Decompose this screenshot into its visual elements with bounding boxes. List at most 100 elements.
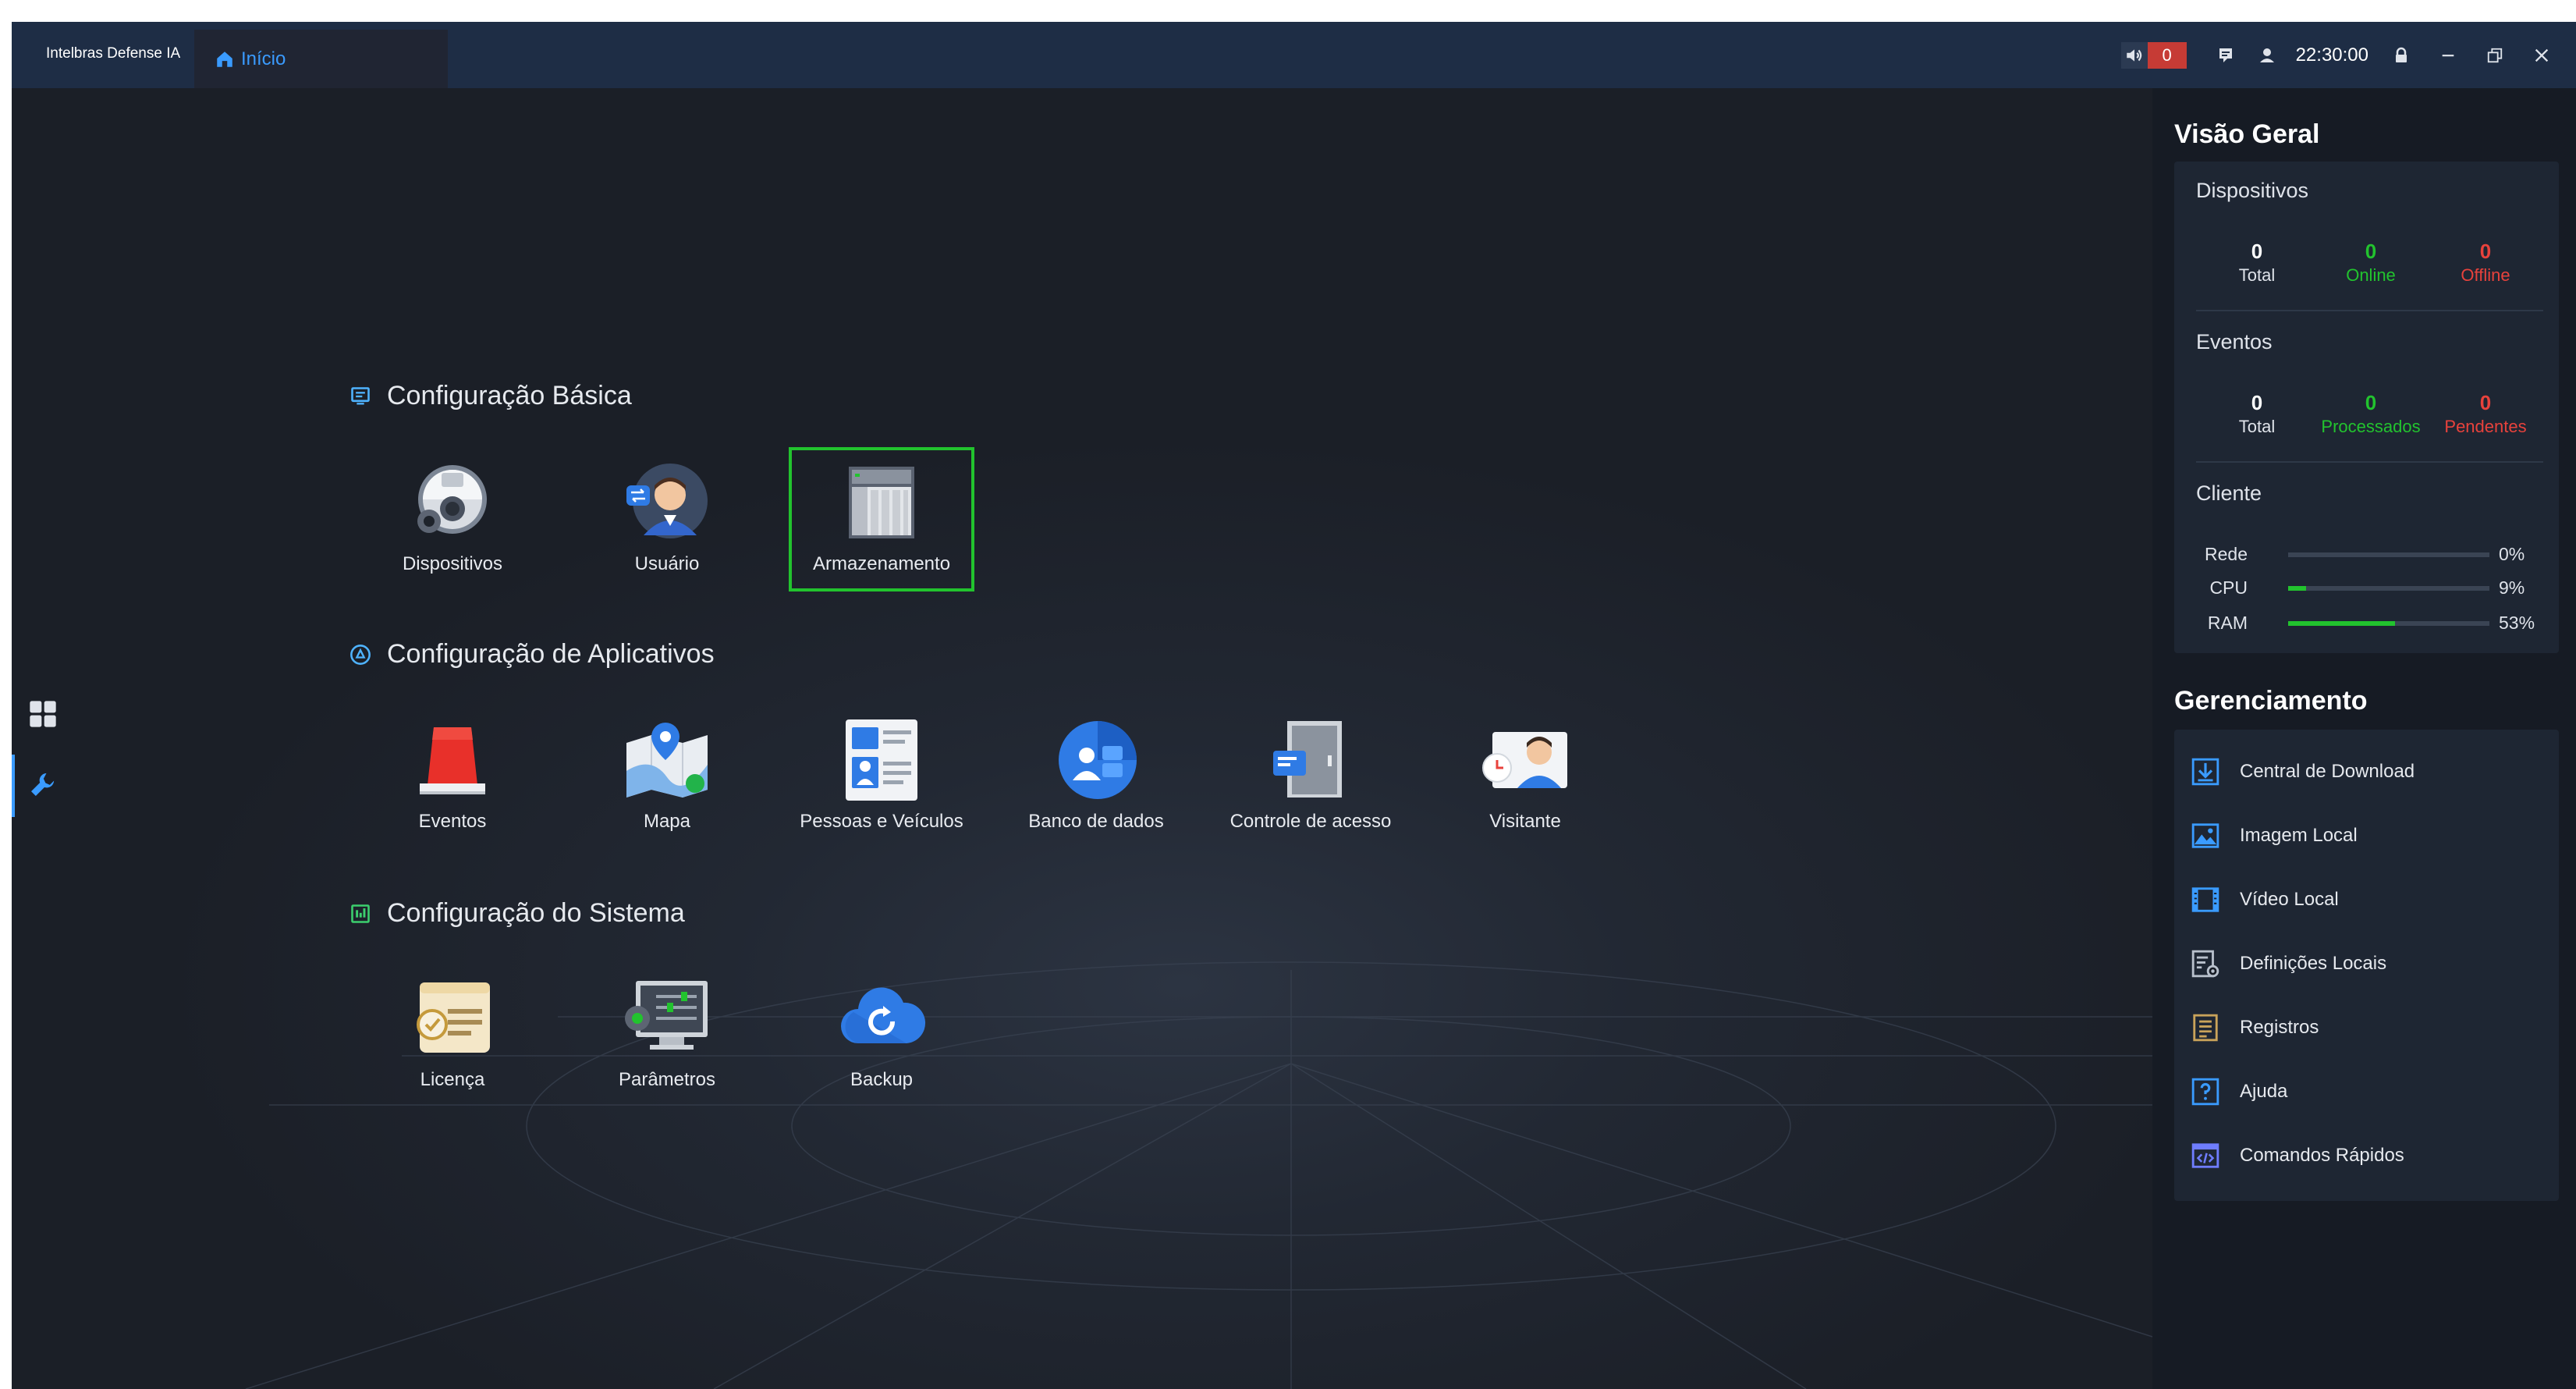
management-local-video-label: Vídeo Local <box>2240 889 2339 910</box>
meter-cpu-value: 9% <box>2499 577 2525 598</box>
tile-parametros[interactable]: Parâmetros <box>577 971 757 1107</box>
meter-rede: Rede 0% <box>2196 542 2547 566</box>
devices-total-label: Total <box>2238 265 2276 285</box>
tile-armazenamento[interactable]: Armazenamento <box>789 447 974 591</box>
tile-licenca-label: Licença <box>420 1069 485 1090</box>
meter-rede-track <box>2288 552 2489 557</box>
events-pending-value: 0 <box>2479 391 2492 414</box>
tile-pessoas-veiculos-label: Pessoas e Veículos <box>800 811 963 832</box>
meter-rede-value: 0% <box>2499 544 2525 564</box>
lock-icon[interactable] <box>2389 43 2414 68</box>
user-avatar-icon <box>616 455 718 549</box>
meter-cpu-track <box>2288 586 2489 591</box>
alarm-sound-group[interactable]: 0 <box>2120 41 2187 69</box>
devices-total-stat: 0 Total <box>2195 240 2319 286</box>
management-title: Gerenciamento <box>2174 686 2368 716</box>
message-icon[interactable] <box>2215 44 2238 67</box>
title-bar: Intelbras Defense IA Início 0 22:30:00 <box>12 22 2576 88</box>
management-local-image-label: Imagem Local <box>2240 825 2358 846</box>
meter-rede-label: Rede <box>2205 544 2248 564</box>
restore-icon[interactable] <box>2482 43 2507 68</box>
sound-icon[interactable] <box>2120 41 2148 69</box>
devices-offline-stat: 0 Offline <box>2423 240 2548 286</box>
main-content: Configuração Básica Dispositivos Usuário… <box>12 88 2152 1389</box>
tile-pessoas-veiculos[interactable]: Pessoas e Veículos <box>792 712 971 849</box>
management-help-label: Ajuda <box>2240 1081 2288 1102</box>
tile-controle-acesso[interactable]: Controle de acesso <box>1221 712 1400 849</box>
management-download-center-label: Central de Download <box>2240 761 2415 782</box>
door-icon <box>1260 712 1361 806</box>
parameters-icon <box>616 971 718 1064</box>
events-pending-label: Pendentes <box>2444 417 2527 436</box>
close-icon[interactable] <box>2529 43 2554 68</box>
tile-armazenamento-label: Armazenamento <box>812 553 951 574</box>
code-icon <box>2190 1140 2221 1171</box>
download-icon <box>2190 756 2221 787</box>
overview-title: Visão Geral <box>2174 119 2320 149</box>
tile-parametros-label: Parâmetros <box>618 1069 716 1090</box>
section-system-label: Configuração do Sistema <box>387 898 685 928</box>
management-quick-commands-label: Comandos Rápidos <box>2240 1145 2404 1166</box>
wrench-icon[interactable] <box>24 766 62 803</box>
management-download-center[interactable]: Central de Download <box>2174 745 2559 798</box>
tile-mapa[interactable]: Mapa <box>577 712 757 849</box>
management-help[interactable]: Ajuda <box>2174 1065 2559 1118</box>
visitor-icon <box>1474 712 1576 806</box>
section-system-title: Configuração do Sistema <box>349 898 685 929</box>
meter-cpu-fill <box>2288 586 2307 591</box>
management-local-settings-label: Definições Locais <box>2240 953 2387 974</box>
events-total-value: 0 <box>2251 391 2263 414</box>
log-icon <box>2190 1012 2221 1043</box>
events-total-label: Total <box>2238 417 2276 436</box>
devices-total-value: 0 <box>2251 240 2263 263</box>
map-icon <box>616 712 718 806</box>
section-apps-label: Configuração de Aplicativos <box>387 639 715 669</box>
events-processed-label: Processados <box>2321 417 2421 436</box>
tile-usuario[interactable]: Usuário <box>577 455 757 591</box>
events-title: Eventos <box>2196 330 2273 353</box>
management-quick-commands[interactable]: Comandos Rápidos <box>2174 1129 2559 1182</box>
tile-usuario-label: Usuário <box>634 553 700 574</box>
tile-eventos[interactable]: Eventos <box>363 712 542 849</box>
tile-visitante[interactable]: Visitante <box>1435 712 1615 849</box>
tab-home-label: Início <box>241 48 286 69</box>
management-logs-label: Registros <box>2240 1017 2319 1038</box>
devices-online-stat: 0 Online <box>2308 240 2433 286</box>
section-basic-label: Configuração Básica <box>387 381 632 410</box>
meter-ram: RAM 53% <box>2196 611 2547 634</box>
management-local-settings[interactable]: Definições Locais <box>2174 937 2559 990</box>
client-title: Cliente <box>2196 481 2262 505</box>
management-local-video[interactable]: Vídeo Local <box>2174 873 2559 926</box>
meter-ram-label: RAM <box>2207 613 2248 633</box>
alarm-light-icon <box>402 712 503 806</box>
management-logs[interactable]: Registros <box>2174 1001 2559 1054</box>
system-section-icon <box>349 903 371 925</box>
person-card-icon <box>831 712 932 806</box>
home-icon <box>215 49 235 69</box>
section-basic-title: Configuração Básica <box>349 381 632 411</box>
storage-icon <box>831 455 932 549</box>
app-window: Intelbras Defense IA Início 0 22:30:00 C… <box>12 22 2576 1389</box>
overview-card: Dispositivos 0 Total 0 Online 0 Offline … <box>2174 162 2559 653</box>
meter-ram-fill <box>2288 621 2395 626</box>
tile-dispositivos[interactable]: Dispositivos <box>363 455 542 591</box>
management-local-image[interactable]: Imagem Local <box>2174 809 2559 862</box>
meter-cpu: CPU 9% <box>2196 576 2547 599</box>
tile-banco-dados[interactable]: Banco de dados <box>1006 712 1186 849</box>
events-total-stat: 0 Total <box>2195 391 2319 437</box>
video-icon <box>2190 884 2221 915</box>
devices-offline-label: Offline <box>2461 265 2510 285</box>
divider <box>2196 310 2543 311</box>
tile-banco-dados-label: Banco de dados <box>1028 811 1164 832</box>
alarm-count-badge: 0 <box>2147 41 2187 69</box>
user-icon[interactable] <box>2255 44 2279 67</box>
tab-home[interactable]: Início <box>194 30 448 88</box>
devices-icon <box>402 455 503 549</box>
minimize-icon[interactable] <box>2436 43 2461 68</box>
meter-cpu-label: CPU <box>2209 577 2248 598</box>
meter-ram-value: 53% <box>2499 613 2535 633</box>
tile-visitante-label: Visitante <box>1489 811 1561 832</box>
apps-grid-icon[interactable] <box>24 695 62 733</box>
tile-licenca[interactable]: Licença <box>363 971 542 1107</box>
tile-backup[interactable]: Backup <box>792 971 971 1107</box>
